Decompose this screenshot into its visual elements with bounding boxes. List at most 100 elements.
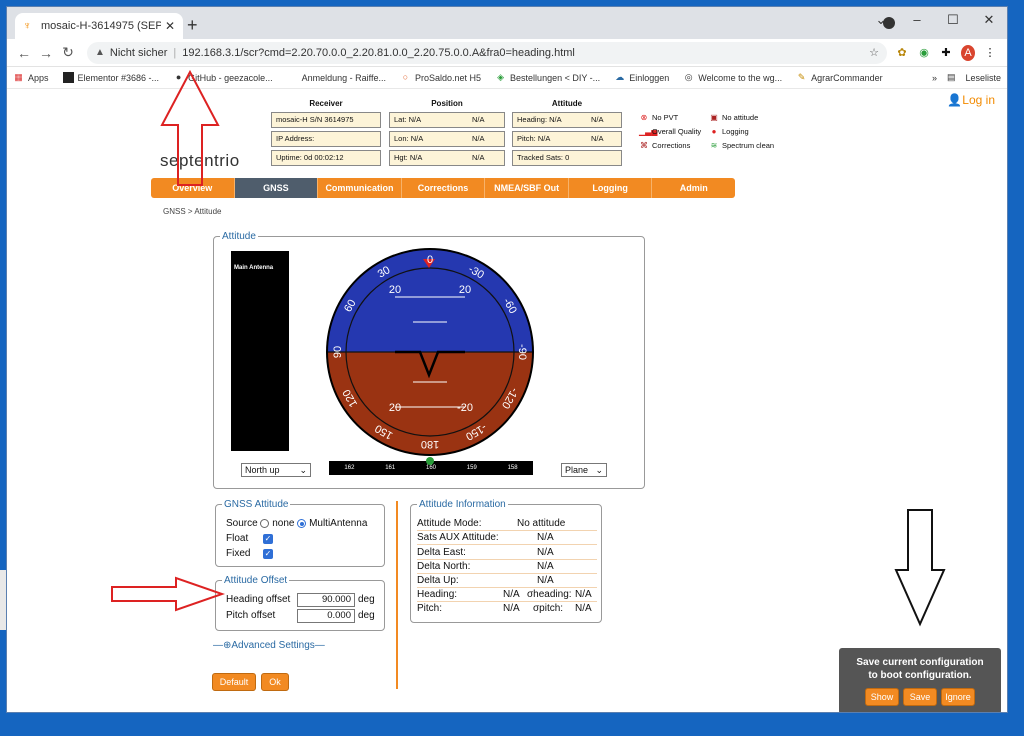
status-spectrum: ≋ Spectrum clean <box>710 141 775 150</box>
save-button[interactable]: Save <box>903 688 937 706</box>
heading-marker-icon <box>426 457 434 465</box>
compass-label: 180 <box>421 438 439 450</box>
bank-icon <box>287 72 298 83</box>
maximize-icon[interactable]: ☐ <box>935 7 971 37</box>
position-title: Position <box>431 99 463 108</box>
info-row-pitch: Pitch: N/A σpitch: N/A <box>417 603 592 614</box>
tab-strip: ♆ mosaic-H-3614975 (SEPT) - Sept ✕ + ⌄ –… <box>7 7 1007 39</box>
menu-nmea-sbf[interactable]: NMEA/SBF Out <box>485 178 569 198</box>
tab-favicon-icon: ♆ <box>23 20 32 32</box>
close-tab-icon[interactable]: ✕ <box>165 19 175 33</box>
menu-communication[interactable]: Communication <box>318 178 402 198</box>
browser-tab[interactable]: ♆ mosaic-H-3614975 (SEPT) - Sept ✕ <box>15 13 183 39</box>
kebab-menu-icon[interactable]: ⋮ <box>983 46 997 59</box>
bookmark-star-icon[interactable]: ☆ <box>869 46 879 59</box>
position-hgt: Hgt: N/A N/A <box>389 150 505 166</box>
user-icon: 👤 <box>947 93 963 107</box>
popup-text-2: to boot configuration. <box>868 670 972 681</box>
pitch-offset-input[interactable]: 0.000 <box>297 609 355 623</box>
heading-offset-input[interactable]: 90.000 <box>297 593 355 607</box>
browser-window: ♆ mosaic-H-3614975 (SEPT) - Sept ✕ + ⌄ –… <box>6 6 1008 713</box>
show-button[interactable]: Show <box>865 688 899 706</box>
profile-avatar[interactable]: A <box>961 44 975 61</box>
chevron-down-icon[interactable]: ⌄ <box>863 7 899 37</box>
attitude-title: Attitude <box>551 99 583 108</box>
menu-admin[interactable]: Admin <box>652 178 735 198</box>
menu-corrections[interactable]: Corrections <box>402 178 486 198</box>
bookmark-bestellungen[interactable]: ◈ Bestellungen < DIY -... <box>495 72 600 83</box>
minimize-icon[interactable]: – <box>899 7 935 37</box>
url-path: /scr?cmd=2.20.70.0.0_2.20.81.0.0_2.20.75… <box>240 46 575 59</box>
bookmark-apps[interactable]: ▦ Apps <box>13 72 48 83</box>
receiver-serial: mosaic-H S/N 3614975 <box>271 112 381 128</box>
info-row-north: Delta North: N/A <box>417 560 597 574</box>
bookmark-welcome[interactable]: ◎ Welcome to the wg... <box>683 72 782 83</box>
extension-icon[interactable]: ✿ <box>895 46 909 59</box>
antenna-view: Main Antenna <box>231 251 289 451</box>
close-window-icon[interactable]: ✕ <box>971 7 1007 37</box>
info-row-up: Delta Up: N/A <box>417 574 597 588</box>
back-icon[interactable]: ← <box>13 45 35 61</box>
pitch-label: 20 <box>459 284 471 296</box>
new-tab-icon[interactable]: + <box>187 15 198 36</box>
puzzle-icon[interactable]: ✚ <box>939 46 953 59</box>
model-select[interactable]: Plane ⌄ <box>561 463 607 477</box>
float-row: Float <box>226 533 249 544</box>
attitude-legend: Attitude <box>222 231 256 242</box>
more-bookmarks[interactable]: » <box>932 73 937 83</box>
receiver-uptime: Uptime: 0d 00:02:12 <box>271 150 381 166</box>
receiver-ip: IP Address: <box>271 131 381 147</box>
pitch-label: 20 <box>389 284 401 296</box>
bookmark-elementor[interactable]: Elementor #3686 -... <box>62 72 159 83</box>
menu-gnss[interactable]: GNSS <box>234 178 319 198</box>
bookmark-einloggen[interactable]: ☁ Einloggen <box>614 72 669 83</box>
pitch-offset-row: Pitch offset <box>226 610 276 621</box>
status-quality: ▁▃▅ Overall Quality <box>639 127 702 136</box>
popup-text-1: Save current configuration <box>856 657 984 668</box>
pitch-label: -20 <box>457 402 473 414</box>
status-logging: ● Logging <box>709 127 749 136</box>
compass-label: 0 <box>427 254 433 266</box>
extension-color-icon[interactable]: ◉ <box>917 46 931 59</box>
antenna-label: Main Antenna <box>234 265 274 271</box>
bookmark-prosaldo[interactable]: ○ ProSaldo.net H5 <box>400 72 481 83</box>
status-corrections: ⌘ Corrections <box>640 141 691 150</box>
login-link[interactable]: 👤Log in <box>947 93 995 107</box>
reading-list[interactable]: Leseliste <box>965 73 1001 83</box>
reading-list-icon[interactable]: ▤ <box>947 72 956 83</box>
info-row-mode: Attitude Mode: No attitude <box>417 517 597 531</box>
float-checkbox[interactable]: ✓ <box>263 534 273 544</box>
spectrum-icon: ≋ <box>710 141 718 150</box>
advanced-settings-toggle[interactable]: —⊕Advanced Settings— <box>213 640 325 651</box>
position-lon: Lon: N/A N/A <box>389 131 505 147</box>
attitude-info-legend: Attitude Information <box>419 499 506 510</box>
breadcrumb: GNSS > Attitude <box>163 207 222 216</box>
divider <box>396 501 398 689</box>
menu-logging[interactable]: Logging <box>569 178 653 198</box>
source-multiantenna-radio[interactable] <box>297 518 307 528</box>
bookmark-raiffeisen[interactable]: Anmeldung - Raiffe... <box>287 72 386 83</box>
github-icon: ● <box>175 72 182 82</box>
forward-icon[interactable]: → <box>35 45 57 61</box>
cloud-icon: ☁ <box>615 72 625 82</box>
main-menu: Overview GNSS Communication Corrections … <box>151 178 735 198</box>
source-none-radio[interactable] <box>260 518 270 528</box>
gnss-attitude-legend: GNSS Attitude <box>224 499 289 510</box>
default-button[interactable]: Default <box>212 673 256 691</box>
signal-bars-icon: ▁▃▅ <box>639 127 658 136</box>
bookmark-agrar[interactable]: ✎ AgrarCommander <box>796 72 883 83</box>
orientation-select[interactable]: North up ⌄ <box>241 463 311 477</box>
attitude-pitch: Pitch: N/A N/A <box>512 131 622 147</box>
no-attitude-icon: ▣ <box>710 113 718 122</box>
address-bar[interactable]: ▲ Nicht sicher | 192.168.3.1/scr?cmd=2.2… <box>87 41 887 64</box>
ignore-button[interactable]: Ignore <box>941 688 975 706</box>
pitch-offset-unit: deg <box>358 610 375 621</box>
reload-icon[interactable]: ↻ <box>57 44 79 61</box>
fixed-checkbox[interactable]: ✓ <box>263 549 273 559</box>
source-row: Source none MultiAntenna <box>226 518 368 529</box>
extensions: ✿ ◉ ✚ A ⋮ <box>895 44 997 61</box>
bookmark-github[interactable]: ● GitHub - geezacole... <box>173 72 273 83</box>
menu-overview[interactable]: Overview <box>151 178 235 198</box>
ok-button[interactable]: Ok <box>261 673 289 691</box>
security-label: Nicht sicher <box>109 46 168 59</box>
